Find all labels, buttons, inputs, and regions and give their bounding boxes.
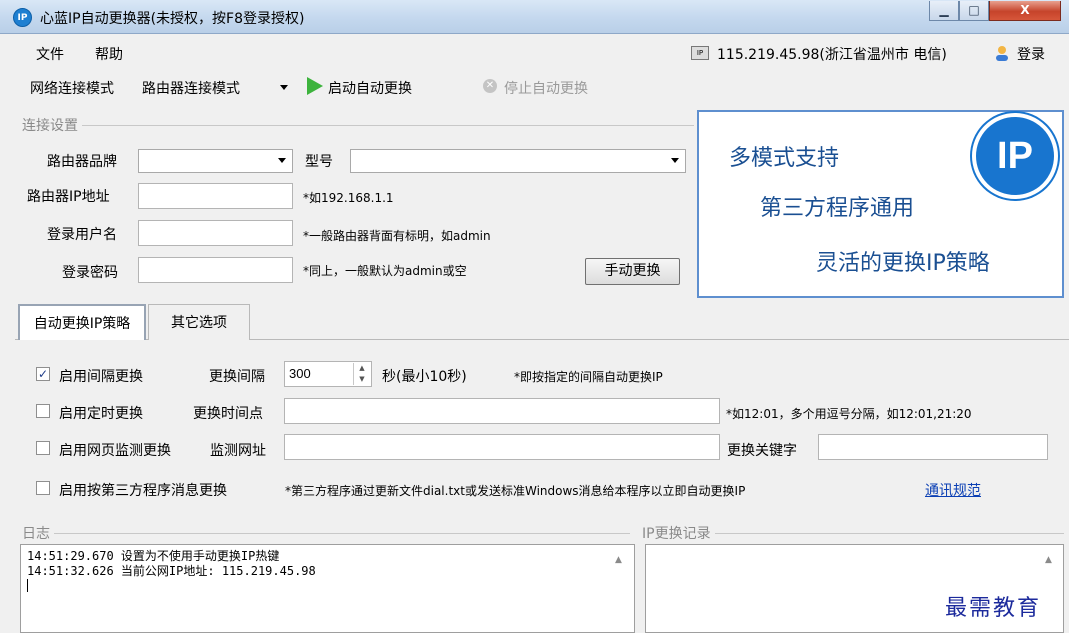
watermark-text: 最需教育 [945, 596, 1042, 621]
third-party-enable-label: 启用按第三方程序消息更换 [59, 483, 227, 499]
login-password-hint: *同上，一般默认为admin或空 [303, 264, 467, 278]
third-party-hint: *第三方程序通过更新文件dial.txt或发送标准Windows消息给本程序以立… [285, 484, 746, 498]
network-mode-select[interactable]: 路由器连接模式 [138, 74, 293, 100]
stop-auto-switch-button[interactable]: 停止自动更换 [504, 78, 588, 98]
banner-line-1: 多模式支持 [729, 146, 840, 171]
stop-icon: ✕ [483, 79, 497, 93]
login-user-input[interactable] [138, 220, 293, 246]
chevron-down-icon [671, 158, 679, 163]
login-user-hint: *一般路由器背面有标明，如admin [303, 229, 491, 243]
tab-other-options[interactable]: 其它选项 [148, 304, 250, 340]
router-ip-hint: *如192.168.1.1 [303, 191, 394, 205]
router-ip-label: 路由器IP地址 [27, 189, 110, 205]
timed-enable-label: 启用定时更换 [59, 406, 143, 422]
ip-history-group-title: IP更换记录 [638, 523, 715, 543]
web-monitor-url-label: 监测网址 [210, 443, 266, 459]
login-password-input[interactable] [138, 257, 293, 283]
text-cursor [27, 579, 28, 592]
interval-unit: 秒(最小10秒) [382, 369, 467, 385]
timed-label: 更换时间点 [193, 406, 263, 422]
chevron-down-icon [280, 85, 288, 90]
network-mode-value: 路由器连接模式 [142, 81, 240, 97]
chevron-down-icon [278, 158, 286, 163]
log-textarea[interactable]: 14:51:29.670 设置为不使用手动更换IP热键 14:51:32.626… [20, 544, 635, 633]
web-monitor-checkbox[interactable] [36, 441, 50, 455]
log-divider [20, 533, 630, 534]
model-label: 型号 [305, 154, 333, 170]
interval-label: 更换间隔 [209, 369, 265, 385]
user-icon [994, 45, 1010, 61]
banner-line-3: 灵活的更换IP策略 [816, 251, 990, 276]
web-monitor-enable-label: 启用网页监测更换 [59, 443, 171, 459]
login-link[interactable]: 登录 [1017, 44, 1045, 64]
maximize-button[interactable]: □ [959, 1, 989, 21]
login-user-label: 登录用户名 [47, 227, 117, 243]
log-group-title: 日志 [18, 523, 54, 543]
minimize-button[interactable]: ▁ [929, 1, 959, 21]
network-mode-label: 网络连接模式 [30, 81, 114, 97]
window-title: 心蓝IP自动更换器(未授权，按F8登录授权) [40, 11, 305, 27]
log-line: 14:51:32.626 当前公网IP地址: 115.219.45.98 [27, 564, 316, 578]
network-card-icon: IP [691, 46, 709, 60]
web-monitor-url-input[interactable] [284, 434, 720, 460]
connection-group-title: 连接设置 [18, 115, 82, 135]
stepper-arrows-icon[interactable]: ▲ ▼ [353, 363, 370, 385]
router-brand-select[interactable] [138, 149, 293, 173]
close-button[interactable]: X [989, 1, 1061, 21]
tab-auto-ip-strategy[interactable]: 自动更换IP策略 [18, 304, 146, 340]
login-password-label: 登录密码 [62, 265, 118, 281]
manual-switch-button[interactable]: 手动更换 [585, 258, 680, 285]
interval-checkbox[interactable]: ✓ [36, 367, 50, 381]
interval-value: 300 [289, 366, 311, 381]
third-party-checkbox[interactable] [36, 481, 50, 495]
router-brand-label: 路由器品牌 [47, 154, 117, 170]
banner-line-2: 第三方程序通用 [760, 196, 915, 221]
menu-help[interactable]: 帮助 [95, 44, 123, 64]
protocol-spec-link[interactable]: 通讯规范 [925, 480, 981, 500]
interval-enable-label: 启用间隔更换 [59, 369, 143, 385]
log-line: 14:51:29.670 设置为不使用手动更换IP热键 [27, 549, 280, 563]
play-icon [307, 77, 323, 95]
keyword-label: 更换关键字 [727, 443, 797, 459]
ip-logo-icon: IP [972, 113, 1058, 199]
scroll-up-icon[interactable]: ▲ [1045, 555, 1052, 565]
group-divider [20, 125, 694, 126]
scroll-up-icon[interactable]: ▲ [615, 555, 622, 565]
router-ip-input[interactable] [138, 183, 293, 209]
timed-input[interactable] [284, 398, 720, 424]
menu-file[interactable]: 文件 [36, 44, 64, 64]
timed-hint: *如12:01，多个用逗号分隔，如12:01,21:20 [726, 407, 972, 421]
ip-logo-icon: IP [13, 8, 32, 27]
interval-hint: *即按指定的间隔自动更换IP [514, 370, 663, 384]
start-auto-switch-button[interactable]: 启动自动更换 [328, 78, 412, 98]
keyword-input[interactable] [818, 434, 1048, 460]
current-ip-info: 115.219.45.98(浙江省温州市 电信) [717, 47, 947, 63]
timed-checkbox[interactable] [36, 404, 50, 418]
model-select[interactable] [350, 149, 686, 173]
